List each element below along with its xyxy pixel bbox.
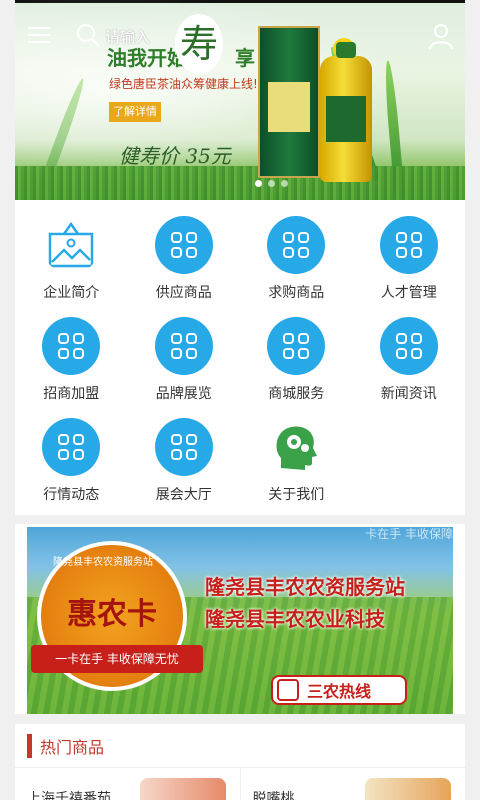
shou-logo: 寿 bbox=[175, 14, 223, 74]
nav-label: 供应商品 bbox=[155, 285, 212, 301]
grid-icon bbox=[154, 317, 213, 375]
product-thumbnail bbox=[139, 778, 226, 800]
grid-icon bbox=[154, 418, 213, 476]
promo-banner[interactable]: 卡在手 丰收保障 惠农卡 隆尧县丰农农资服务站 一卡在手 丰收保障无忧 隆尧县丰… bbox=[15, 524, 465, 714]
menu-icon[interactable] bbox=[25, 22, 53, 48]
banner-subline: 绿色唐臣茶油众筹健康上线! bbox=[109, 77, 258, 91]
hotline-text: 三农热线 bbox=[307, 682, 372, 701]
badge-ring-text: 隆尧县丰农农资服务站 bbox=[53, 557, 153, 568]
grid-icon bbox=[42, 317, 101, 375]
nav-label: 求购商品 bbox=[268, 285, 325, 301]
product-thumbnail bbox=[365, 778, 451, 800]
hotline-badge: 三农热线 bbox=[271, 675, 407, 705]
picture-frame-icon bbox=[49, 221, 94, 268]
grid-icon bbox=[154, 216, 213, 274]
nav-item-company[interactable]: 企业简介 bbox=[15, 216, 128, 317]
product-name: 上海千禧番茄 bbox=[27, 791, 111, 800]
user-icon[interactable] bbox=[427, 22, 455, 50]
detail-button[interactable]: 了解详情 bbox=[109, 102, 161, 122]
carousel-dot[interactable] bbox=[268, 180, 275, 187]
nav-label: 行情动态 bbox=[43, 487, 100, 503]
carousel-dots[interactable] bbox=[255, 180, 288, 187]
carousel-dot[interactable] bbox=[255, 180, 262, 187]
nav-label: 展会大厅 bbox=[155, 487, 212, 503]
nav-label: 新闻资讯 bbox=[380, 386, 437, 402]
nav-grid: 企业简介 供应商品 求购商品 人才管理 招商加盟 品牌展览 商城服务 新闻资讯 … bbox=[15, 200, 465, 515]
grid-icon bbox=[267, 317, 326, 375]
promo-top-text: 卡在手 丰收保障 bbox=[365, 527, 453, 541]
nav-item-talent[interactable]: 人才管理 bbox=[353, 216, 466, 317]
promo-image: 卡在手 丰收保障 惠农卡 隆尧县丰农农资服务站 一卡在手 丰收保障无忧 隆尧县丰… bbox=[27, 527, 453, 714]
nav-label: 企业简介 bbox=[43, 285, 100, 301]
product-name: 脱嘴桃 bbox=[252, 791, 295, 800]
grid-icon bbox=[267, 216, 326, 274]
badge-ribbon: 一卡在手 丰收保障无忧 bbox=[31, 645, 203, 673]
nav-item-mall[interactable]: 商城服务 bbox=[240, 317, 353, 418]
hero-banner[interactable]: 请输入 油我开始享 人生 寿 绿色唐臣茶油众筹健康上线! 了解详情 健寿价 35… bbox=[15, 0, 465, 200]
nav-item-supply[interactable]: 供应商品 bbox=[128, 216, 241, 317]
product-card[interactable]: 上海千禧番茄 bbox=[15, 768, 241, 800]
company-name-1: 隆尧县丰农农资服务站 bbox=[205, 575, 405, 599]
nav-item-franchise[interactable]: 招商加盟 bbox=[15, 317, 128, 418]
nav-item-market[interactable]: 行情动态 bbox=[15, 418, 128, 519]
carousel-dot[interactable] bbox=[281, 180, 288, 187]
nav-item-purchase[interactable]: 求购商品 bbox=[240, 216, 353, 317]
company-name-2: 隆尧县丰农农业科技 bbox=[205, 607, 385, 631]
nav-label: 关于我们 bbox=[268, 487, 325, 503]
section-title: 热门商品 bbox=[40, 737, 105, 757]
phone-icon bbox=[277, 679, 299, 701]
oil-bottle bbox=[320, 42, 372, 182]
nav-item-brand[interactable]: 品牌展览 bbox=[128, 317, 241, 418]
nav-label: 人才管理 bbox=[380, 285, 437, 301]
hot-products: 热门商品 上海千禧番茄 脱嘴桃 bbox=[15, 724, 465, 800]
product-box bbox=[258, 26, 320, 178]
card-title: 惠农卡 bbox=[67, 597, 157, 632]
nav-item-news[interactable]: 新闻资讯 bbox=[353, 317, 466, 418]
nav-label: 招商加盟 bbox=[43, 386, 100, 402]
grid-icon bbox=[379, 317, 438, 375]
section-marker bbox=[27, 733, 32, 758]
grid-icon bbox=[42, 418, 101, 476]
nav-label: 商城服务 bbox=[268, 386, 325, 402]
search-icon[interactable] bbox=[75, 22, 101, 48]
product-row: 上海千禧番茄 脱嘴桃 bbox=[15, 768, 465, 800]
section-header: 热门商品 bbox=[15, 724, 465, 768]
banner-price-script: 健寿价 35元 bbox=[119, 144, 231, 168]
grid-icon bbox=[379, 216, 438, 274]
product-card[interactable]: 脱嘴桃 bbox=[241, 768, 466, 800]
banner-grass bbox=[15, 166, 465, 200]
nav-label: 品牌展览 bbox=[155, 386, 212, 402]
nav-item-exhibition[interactable]: 展会大厅 bbox=[128, 418, 241, 519]
head-gear-icon bbox=[276, 426, 318, 470]
nav-item-about[interactable]: 关于我们 bbox=[240, 418, 353, 519]
